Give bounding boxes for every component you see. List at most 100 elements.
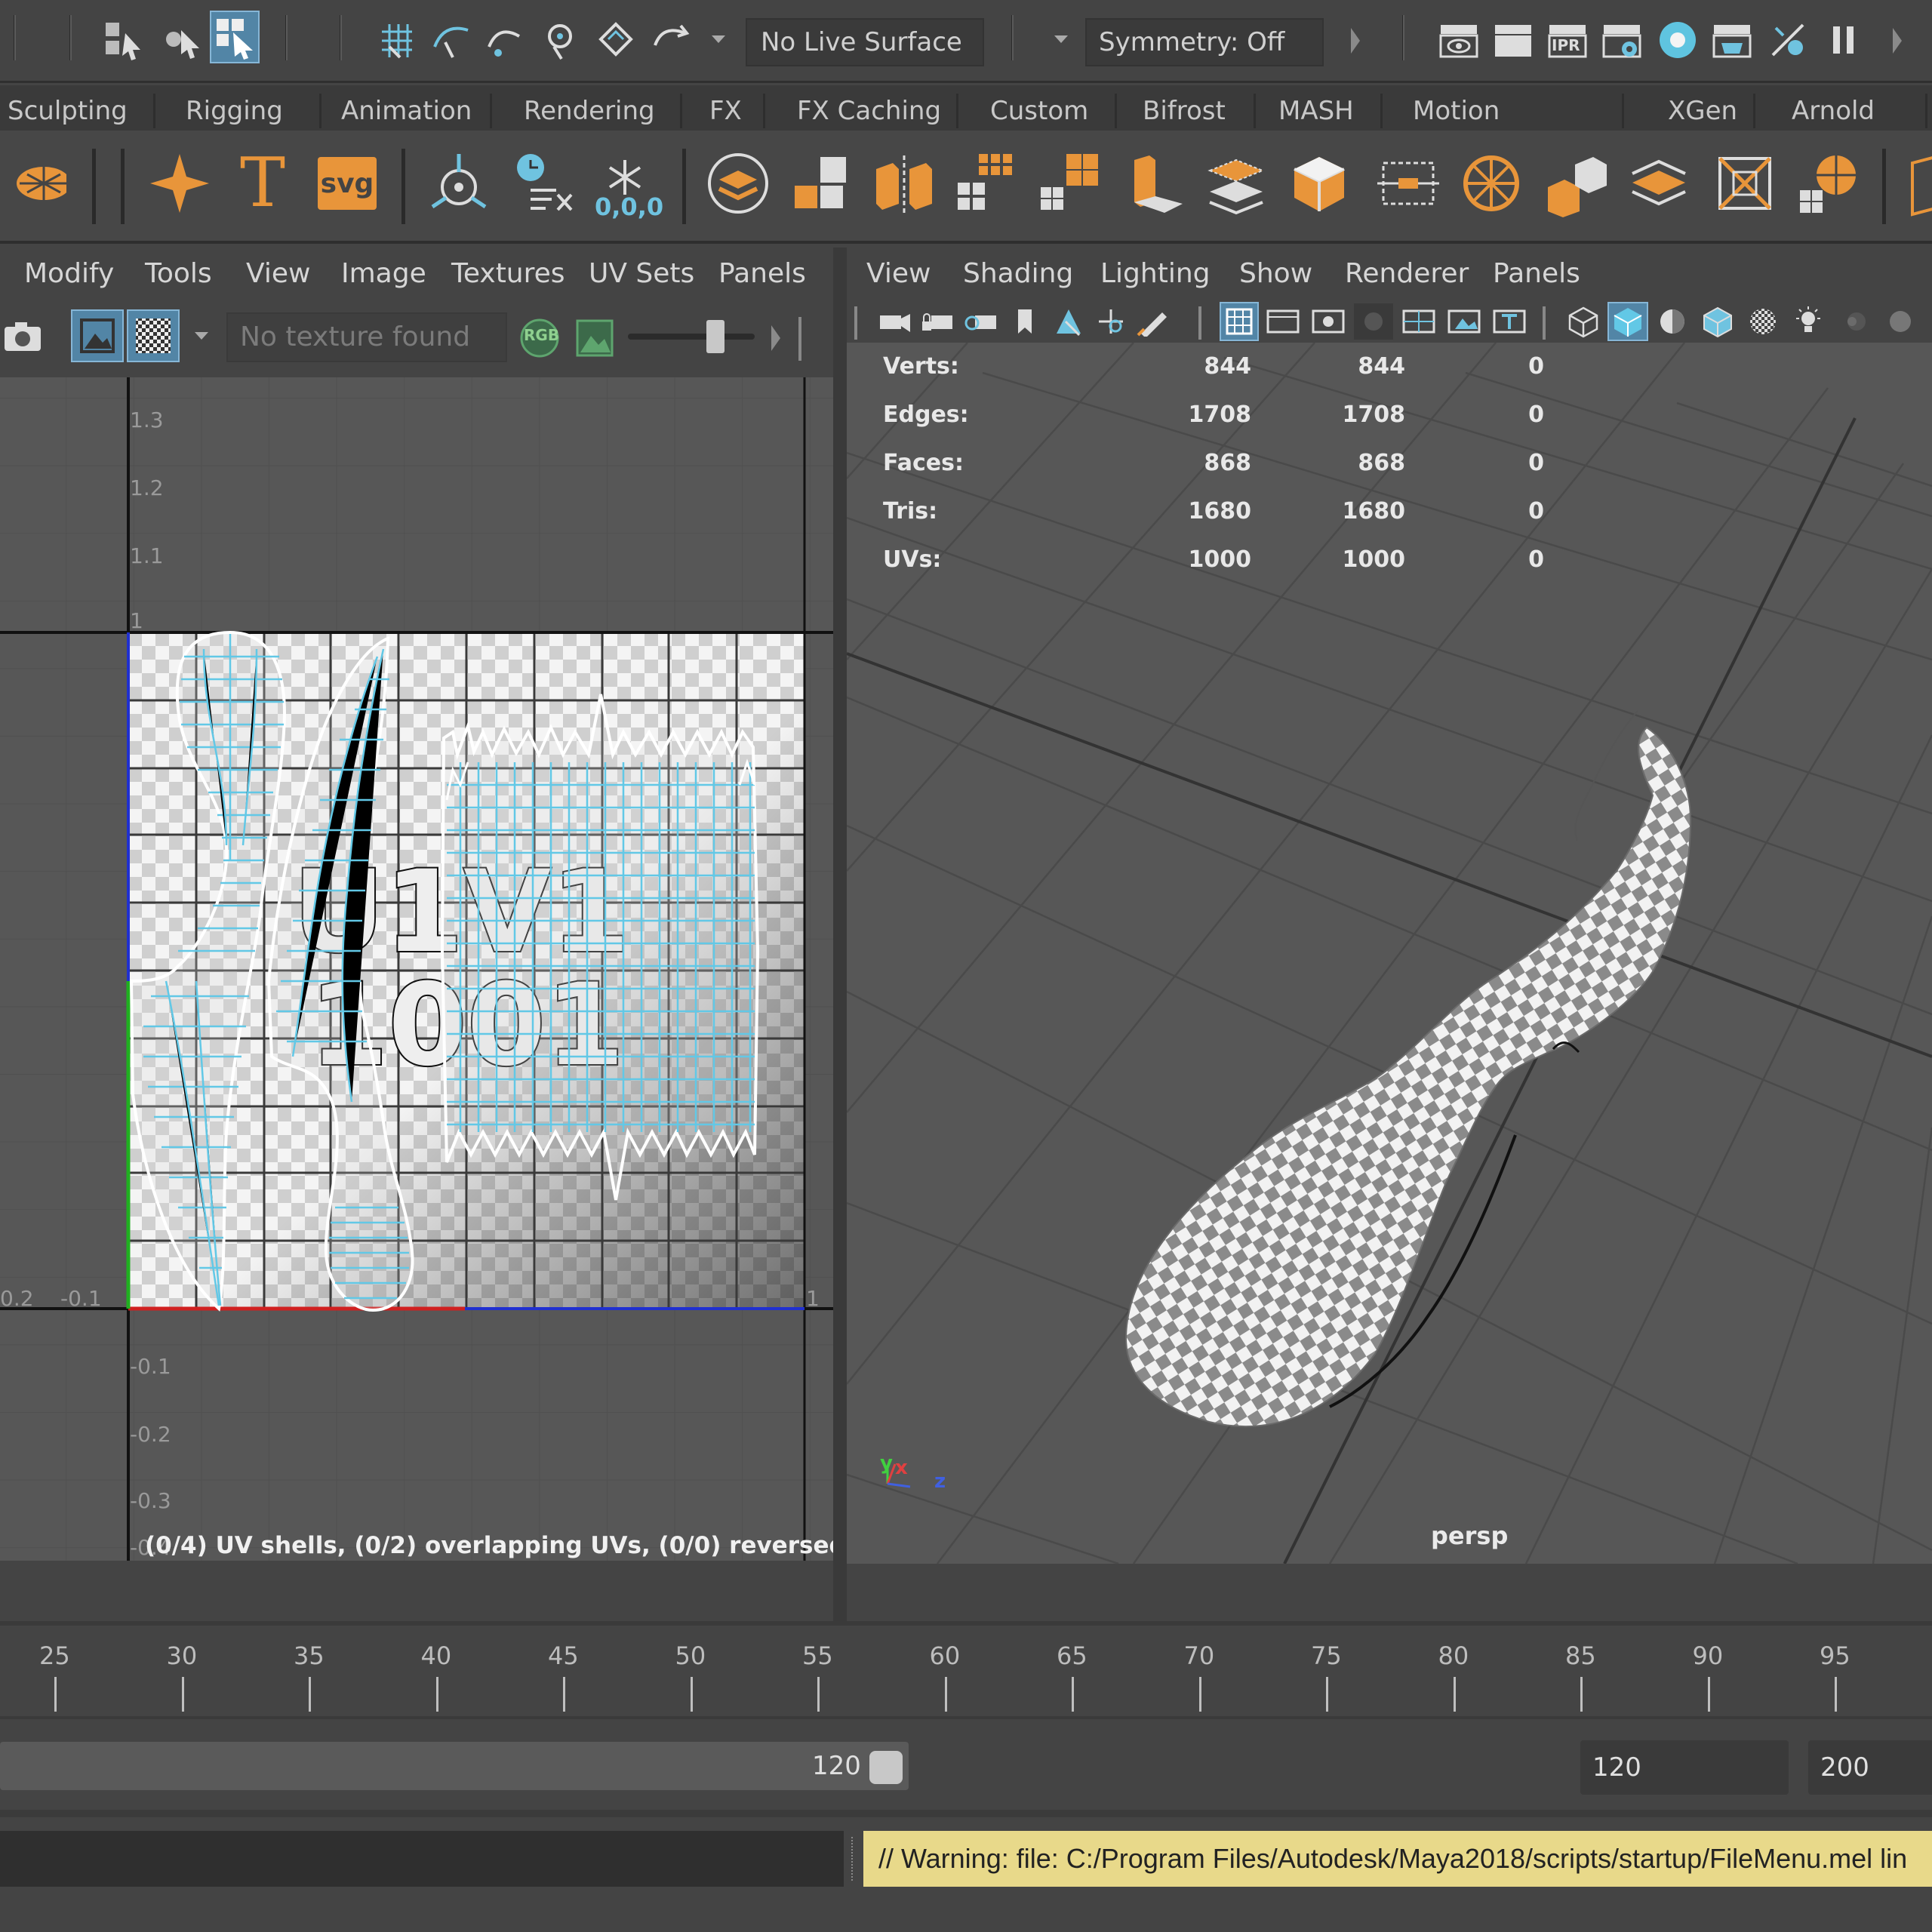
select-by-component-icon[interactable] bbox=[210, 11, 260, 63]
subdivide-grid-icon[interactable] bbox=[951, 147, 1023, 220]
shelf-tab-fx[interactable]: FX bbox=[702, 94, 765, 128]
light-editor-icon[interactable] bbox=[1763, 15, 1813, 65]
smooth-shade-icon[interactable] bbox=[1607, 302, 1648, 341]
lock-camera-icon[interactable] bbox=[919, 303, 958, 340]
viewport-menu-show[interactable]: Show bbox=[1239, 258, 1312, 289]
shadows-icon[interactable] bbox=[1834, 303, 1873, 340]
alpha-channel-icon[interactable] bbox=[571, 314, 619, 362]
multi-cut-icon[interactable] bbox=[1455, 147, 1527, 220]
combine-meshes-icon[interactable] bbox=[785, 147, 857, 220]
chevron-down-icon[interactable] bbox=[1048, 26, 1075, 53]
collapse-arrow-icon[interactable] bbox=[1345, 21, 1366, 60]
uv-canvas[interactable]: U1V1 1001 1.3 1.2 1.1 1 -0.1 -0.2 -0.3 -… bbox=[0, 377, 833, 1561]
extrude-icon[interactable] bbox=[1117, 147, 1189, 220]
render-settings-icon[interactable] bbox=[1597, 15, 1647, 65]
append-polygon-icon[interactable] bbox=[1372, 147, 1444, 220]
exposure-slider[interactable] bbox=[628, 320, 755, 353]
shelf-tab-rigging[interactable]: Rigging bbox=[178, 94, 321, 128]
film-gate-icon[interactable] bbox=[1263, 303, 1303, 340]
shelf-tab-mash[interactable]: MASH bbox=[1271, 94, 1383, 128]
snapshot-icon[interactable] bbox=[0, 312, 45, 361]
chevron-down-icon[interactable] bbox=[189, 323, 214, 349]
uv-menu-modify[interactable]: Modify bbox=[24, 258, 114, 289]
grease-pencil-icon[interactable] bbox=[1134, 303, 1173, 340]
exposure-slider-handle[interactable] bbox=[706, 320, 724, 353]
freeze-transformations-icon[interactable]: 0,0,0 bbox=[589, 147, 663, 221]
hypershade-icon[interactable] bbox=[1653, 15, 1703, 65]
shelf-tab-arnold[interactable]: Arnold bbox=[1784, 94, 1927, 128]
rgb-channels-icon[interactable]: RGB bbox=[513, 314, 566, 362]
display-layer-icon[interactable] bbox=[702, 147, 774, 220]
star-shape-icon[interactable] bbox=[143, 147, 216, 220]
pivot-tool-icon[interactable] bbox=[423, 147, 495, 220]
uv-menu-image[interactable]: Image bbox=[341, 258, 426, 289]
ipr-render-icon[interactable]: IPR bbox=[1543, 15, 1592, 65]
animation-end-field[interactable]: 200 bbox=[1808, 1740, 1932, 1795]
snap-to-view-plane-icon[interactable] bbox=[536, 15, 584, 63]
chevron-down-icon[interactable] bbox=[705, 26, 732, 53]
time-slider[interactable] bbox=[0, 1621, 1932, 1724]
safe-action-icon[interactable] bbox=[1444, 303, 1484, 340]
panel-splitter[interactable] bbox=[833, 248, 847, 1621]
wireframe-on-shaded-icon[interactable] bbox=[1698, 303, 1737, 340]
uv-menu-panels[interactable]: Panels bbox=[718, 258, 806, 289]
shelf-tab-bifrost[interactable]: Bifrost bbox=[1135, 94, 1256, 128]
snap-to-curve-icon[interactable] bbox=[427, 15, 475, 63]
textured-icon[interactable] bbox=[1743, 303, 1783, 340]
shelf-overflow-icon[interactable] bbox=[1897, 147, 1932, 220]
shelf-tab-fx-caching[interactable]: FX Caching bbox=[789, 94, 958, 128]
wireframe-icon[interactable] bbox=[1564, 303, 1603, 340]
bookmark-icon[interactable] bbox=[1010, 303, 1040, 340]
live-surface-field[interactable]: No Live Surface bbox=[746, 18, 984, 66]
select-camera-icon[interactable] bbox=[875, 303, 915, 340]
svg-tool-icon[interactable]: svg bbox=[311, 147, 383, 220]
command-input[interactable] bbox=[0, 1831, 844, 1887]
text-tool-icon[interactable]: T bbox=[226, 147, 299, 220]
pause-icon[interactable] bbox=[1819, 15, 1869, 65]
ambient-occlusion-icon[interactable] bbox=[1881, 303, 1920, 340]
shelf-tab-sculpting[interactable]: Sculpting bbox=[0, 94, 155, 128]
uv-menu-tools[interactable]: Tools bbox=[145, 258, 212, 289]
select-by-hierarchy-icon[interactable] bbox=[97, 14, 148, 65]
make-live-icon[interactable] bbox=[592, 15, 640, 63]
shelf-tab-motion-graphics[interactable]: Motion Graphics bbox=[1405, 94, 1624, 161]
image-plane-icon[interactable] bbox=[1049, 303, 1088, 340]
playback-end-field[interactable]: 120 bbox=[1580, 1740, 1789, 1795]
uv-menu-textures[interactable]: Textures bbox=[451, 258, 565, 289]
sphere-icon[interactable] bbox=[0, 147, 72, 220]
bevel-icon[interactable] bbox=[1283, 147, 1355, 220]
sculpt-geometry-icon[interactable] bbox=[1792, 147, 1864, 220]
symmetry-field[interactable]: Symmetry: Off bbox=[1085, 18, 1324, 66]
checker-tiles-icon[interactable] bbox=[127, 309, 180, 362]
shelf-tab-custom[interactable]: Custom bbox=[983, 94, 1117, 128]
range-slider[interactable]: 120 bbox=[0, 1742, 909, 1790]
use-default-material-icon[interactable] bbox=[1653, 303, 1692, 340]
extract-icon[interactable] bbox=[1034, 147, 1106, 220]
range-slider-handle[interactable] bbox=[869, 1751, 903, 1784]
shelf-tab-rendering[interactable]: Rendering bbox=[516, 94, 682, 128]
insert-edge-loop-icon[interactable] bbox=[1623, 147, 1695, 220]
gate-mask-icon[interactable] bbox=[1354, 303, 1393, 340]
shelf-tab-xgen[interactable]: XGen bbox=[1660, 94, 1755, 128]
viewport-menu-panels[interactable]: Panels bbox=[1493, 258, 1580, 289]
snap-to-grid-icon[interactable] bbox=[373, 15, 421, 63]
bridge-icon[interactable] bbox=[1200, 147, 1272, 220]
viewport-menu-shading[interactable]: Shading bbox=[963, 258, 1073, 289]
texture-dropdown[interactable]: No texture found bbox=[226, 312, 507, 362]
viewport-menu-renderer[interactable]: Renderer bbox=[1345, 258, 1469, 289]
viewport-canvas[interactable]: y x z Verts: 844 844 0 Edges: 1708 1708 … bbox=[847, 343, 1932, 1564]
grid-toggle-icon[interactable] bbox=[1220, 302, 1259, 341]
viewport-menu-view[interactable]: View bbox=[866, 258, 931, 289]
render-view-icon[interactable] bbox=[1434, 15, 1484, 65]
uv-menu-view[interactable]: View bbox=[246, 258, 310, 289]
2d-pan-zoom-icon[interactable] bbox=[1091, 303, 1131, 340]
symmetry-snap-icon[interactable] bbox=[646, 15, 694, 63]
freeze-transform-timer-icon[interactable] bbox=[506, 147, 578, 220]
checkered-mesh[interactable] bbox=[1124, 710, 1692, 1427]
quad-draw-icon[interactable] bbox=[1709, 147, 1781, 220]
select-by-object-icon[interactable] bbox=[155, 14, 207, 65]
mirror-geometry-icon[interactable] bbox=[868, 147, 940, 220]
command-splitter[interactable] bbox=[851, 1837, 856, 1881]
camera-attributes-icon[interactable] bbox=[963, 303, 1002, 340]
target-weld-icon[interactable] bbox=[1540, 147, 1612, 220]
